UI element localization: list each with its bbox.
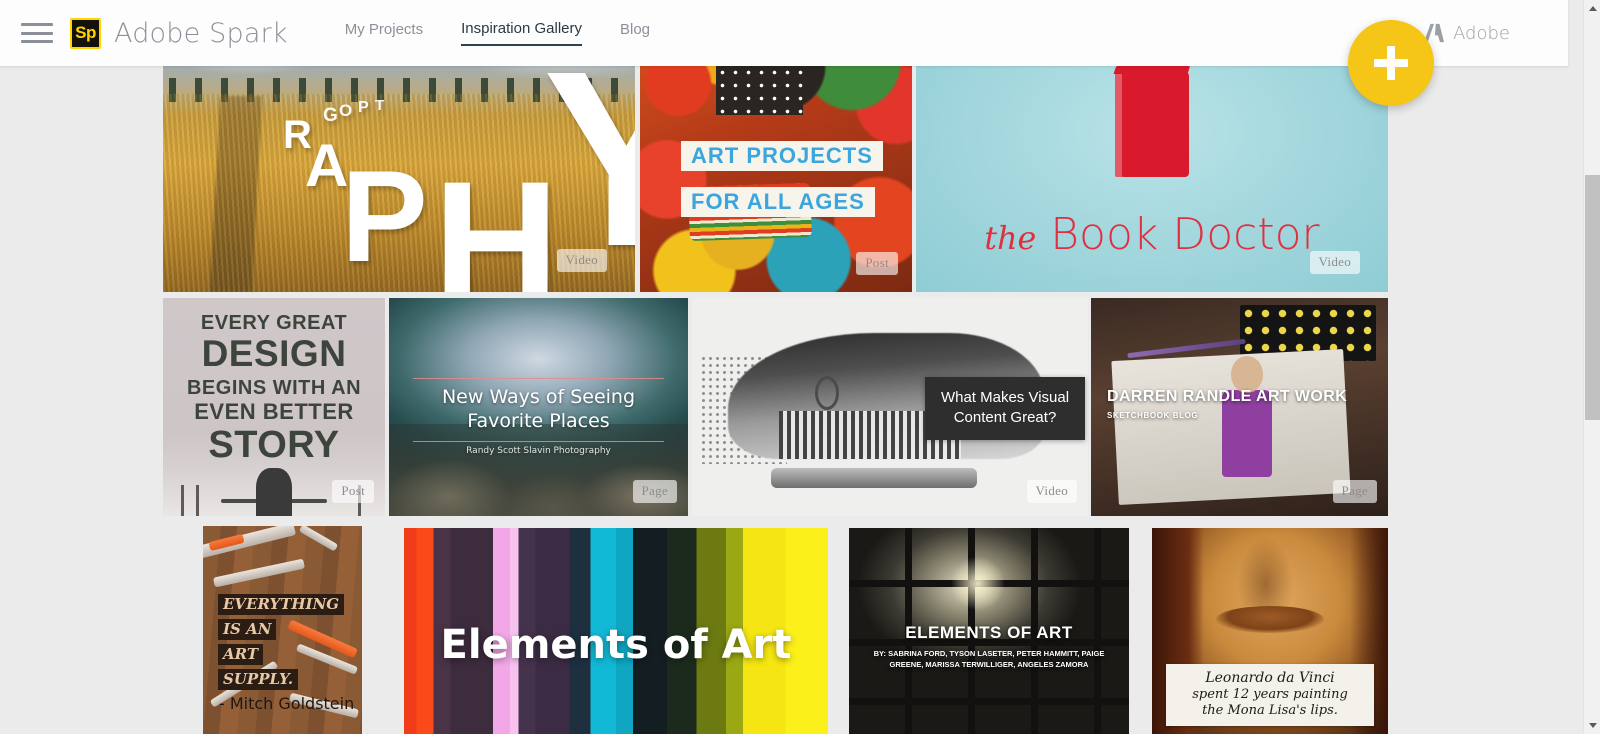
scroll-up-button[interactable] [1584, 0, 1600, 17]
gallery-card-elements-of-art-pencils[interactable]: Elements of Art [404, 528, 828, 734]
darren-randle-subtitle: SKETCHBOOK BLOG [1107, 411, 1199, 420]
adobe-corporate-link[interactable]: Adobe [1423, 23, 1510, 44]
adobe-label: Adobe [1453, 22, 1510, 44]
badge-video-2: Video [1309, 251, 1360, 274]
mona-lisa-line1: Leonardo da Vinci [1205, 669, 1335, 686]
design-line-5: STORY [208, 424, 340, 466]
design-line-3: BEGINS WITH AN [186, 377, 362, 399]
gallery-card-mona-lisa[interactable]: Leonardo da Vinci spent 12 years paintin… [1152, 528, 1388, 734]
art-projects-line2-band: FOR ALL AGES [681, 187, 875, 217]
art-projects-line1: ART PROJECTS [691, 143, 873, 168]
spark-logo-icon: Sp [70, 17, 101, 49]
windows-title: ELEMENTS OF ART [905, 623, 1073, 642]
windows-credits: BY: SABRINA FORD, TYSON LASETER, PETER H… [873, 649, 1105, 670]
photography-letter-p2: P [358, 99, 369, 116]
nav-link-my-projects[interactable]: My Projects [345, 21, 423, 45]
design-line-1: EVERY GREAT [200, 312, 348, 334]
art-supply-line2-band: IS AN [218, 619, 277, 640]
gallery-card-darren-randle[interactable]: DARREN RANDLE ART WORK SKETCHBOOK BLOG P… [1091, 298, 1388, 516]
nav-links: My Projects Inspiration Gallery Blog [345, 0, 688, 66]
book-doctor-title-prefix: the [984, 221, 1037, 257]
photography-letter-o: O [339, 101, 353, 120]
art-supply-line2: IS AN [223, 620, 272, 638]
photography-letter-y: Y [543, 24, 635, 292]
nav-link-inspiration-gallery[interactable]: Inspiration Gallery [461, 20, 582, 46]
art-supply-line1-band: EVERYTHING [218, 594, 345, 615]
book-icon [1115, 72, 1189, 177]
vertical-scrollbar[interactable] [1583, 0, 1600, 734]
art-supply-line1: EVERYTHING [223, 595, 340, 613]
photography-letter-p: P [341, 143, 428, 289]
brand-name: Adobe Spark [114, 17, 288, 49]
gallery-card-new-ways-seeing[interactable]: New Ways of Seeing Favorite Places Randy… [389, 298, 688, 516]
gallery-card-every-great-design[interactable]: EVERY GREAT DESIGN BEGINS WITH AN EVEN B… [163, 298, 385, 516]
mona-lisa-quote-card: Leonardo da Vinci spent 12 years paintin… [1166, 663, 1374, 726]
art-supply-line4-band: SUPPLY. [218, 669, 299, 690]
pencils-title: Elements of Art [440, 622, 792, 668]
book-doctor-title-main: Book Doctor [1050, 209, 1320, 260]
plus-icon-vertical [1387, 46, 1395, 80]
badge-video-3: Video [1026, 480, 1077, 503]
create-new-button[interactable] [1348, 20, 1434, 106]
hamburger-menu-icon[interactable] [20, 21, 54, 45]
seeing-title: New Ways of Seeing Favorite Places [441, 386, 636, 432]
badge-page-2: Page [1332, 480, 1377, 503]
photography-letter-h: H [433, 146, 560, 292]
badge-post: Post [856, 252, 898, 275]
design-line-4: EVEN BETTER [194, 399, 354, 424]
badge-post-2: Post [332, 480, 374, 503]
mona-lisa-line2: spent 12 years painting [1192, 687, 1348, 703]
hover-tooltip: What Makes Visual Content Great? [925, 377, 1085, 440]
art-projects-line2: FOR ALL AGES [691, 189, 865, 214]
art-supply-attribution: - Mitch Goldstein [219, 694, 355, 713]
mona-lisa-line3: the Mona Lisa's lips. [1202, 702, 1338, 718]
scrollbar-thumb[interactable] [1585, 175, 1600, 420]
art-supply-line4: SUPPLY. [223, 670, 294, 688]
brand-logo[interactable]: Sp Adobe Spark [70, 17, 288, 49]
badge-video: Video [556, 249, 607, 272]
art-supply-line3-band: ART [218, 644, 264, 665]
photography-letter-g: G [323, 105, 338, 126]
darren-randle-title: DARREN RANDLE ART WORK [1107, 388, 1348, 405]
gallery-card-elements-of-art-windows[interactable]: ELEMENTS OF ART BY: SABRINA FORD, TYSON … [849, 528, 1129, 734]
badge-page: Page [632, 480, 677, 503]
nav-link-blog[interactable]: Blog [620, 21, 650, 45]
caret-up-icon [1588, 6, 1597, 11]
top-navigation-bar: Sp Adobe Spark My Projects Inspiration G… [0, 0, 1568, 66]
art-projects-line1-band: ART PROJECTS [681, 141, 883, 171]
photography-letter-t: T [375, 97, 385, 114]
gallery-card-art-supply[interactable]: EVERYTHING IS AN ART SUPPLY. - Mitch Gol… [203, 526, 362, 734]
seeing-credit: Randy Scott Slavin Photography [466, 446, 611, 456]
art-supply-line3: ART [223, 645, 259, 663]
caret-down-icon [1588, 723, 1597, 728]
design-line-2: DESIGN [201, 333, 347, 374]
scroll-down-button[interactable] [1584, 717, 1600, 734]
inspiration-gallery: R A P H Y G O P T Video ART PROJECTS FOR… [0, 0, 1568, 734]
